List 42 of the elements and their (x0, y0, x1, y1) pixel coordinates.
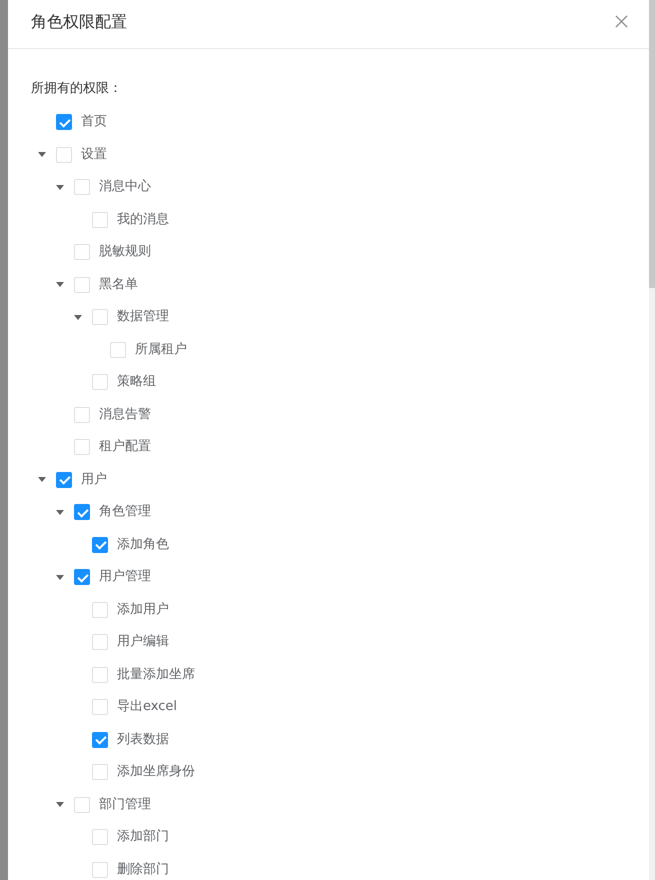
tree-node-label[interactable]: 消息中心 (99, 178, 151, 196)
caret-icon[interactable] (56, 282, 64, 288)
tree-node-label[interactable]: 数据管理 (117, 308, 169, 326)
tree-node-label[interactable]: 批量添加坐席 (117, 666, 195, 684)
checkbox[interactable] (74, 504, 90, 520)
scrollbar-thumb[interactable] (649, 0, 655, 288)
tree-node-label[interactable]: 脱敏规则 (99, 243, 151, 262)
tree-node-label[interactable]: 租户配置 (99, 438, 151, 456)
caret-icon[interactable] (74, 314, 82, 320)
tree-node-label[interactable]: 用户编辑 (117, 633, 169, 652)
tree-node-label[interactable]: 策略组 (117, 373, 156, 392)
caret-icon[interactable] (56, 510, 64, 515)
checkbox[interactable] (74, 569, 90, 586)
caret-icon[interactable] (38, 152, 46, 158)
caret-icon[interactable] (56, 574, 64, 580)
tree-node-label[interactable]: 导出excel (117, 698, 177, 716)
caret-icon[interactable] (56, 184, 64, 190)
tree-node-label[interactable]: 所属租户 (135, 340, 187, 359)
tree-node-label[interactable]: 部门管理 (99, 796, 151, 814)
tree-node-label[interactable]: 消息告警 (99, 406, 151, 424)
tree-node-label[interactable]: 添加用户 (117, 600, 169, 619)
tree-node-label[interactable]: 首页 (81, 113, 107, 132)
tree-node-label[interactable]: 添加坐席身份 (117, 763, 195, 782)
tree-node-label[interactable]: 我的消息 (117, 210, 169, 229)
dialog-title: 角色权限配置 (31, 11, 127, 33)
caret-icon[interactable] (56, 802, 64, 808)
permissions-label: 所拥有的权限： (31, 80, 123, 98)
checkbox[interactable] (92, 732, 108, 748)
tree-node-label[interactable]: 添加角色 (117, 536, 169, 554)
checkbox[interactable] (92, 536, 108, 553)
caret-icon[interactable] (38, 477, 46, 482)
tree-node-label[interactable]: 黑名单 (99, 276, 138, 294)
tree-node-label[interactable]: 删除部门 (117, 860, 169, 879)
close-icon[interactable] (615, 15, 628, 28)
tree-node-label[interactable]: 添加部门 (117, 828, 169, 846)
checkbox[interactable] (56, 114, 72, 130)
tree-node-label[interactable]: 列表数据 (117, 730, 169, 749)
checkbox[interactable] (56, 472, 72, 488)
tree-node-label[interactable]: 用户管理 (99, 568, 151, 586)
tree-node-label[interactable]: 设置 (81, 146, 107, 164)
tree-node-label[interactable]: 用户 (81, 470, 107, 489)
tree-node-label[interactable]: 角色管理 (99, 503, 151, 522)
